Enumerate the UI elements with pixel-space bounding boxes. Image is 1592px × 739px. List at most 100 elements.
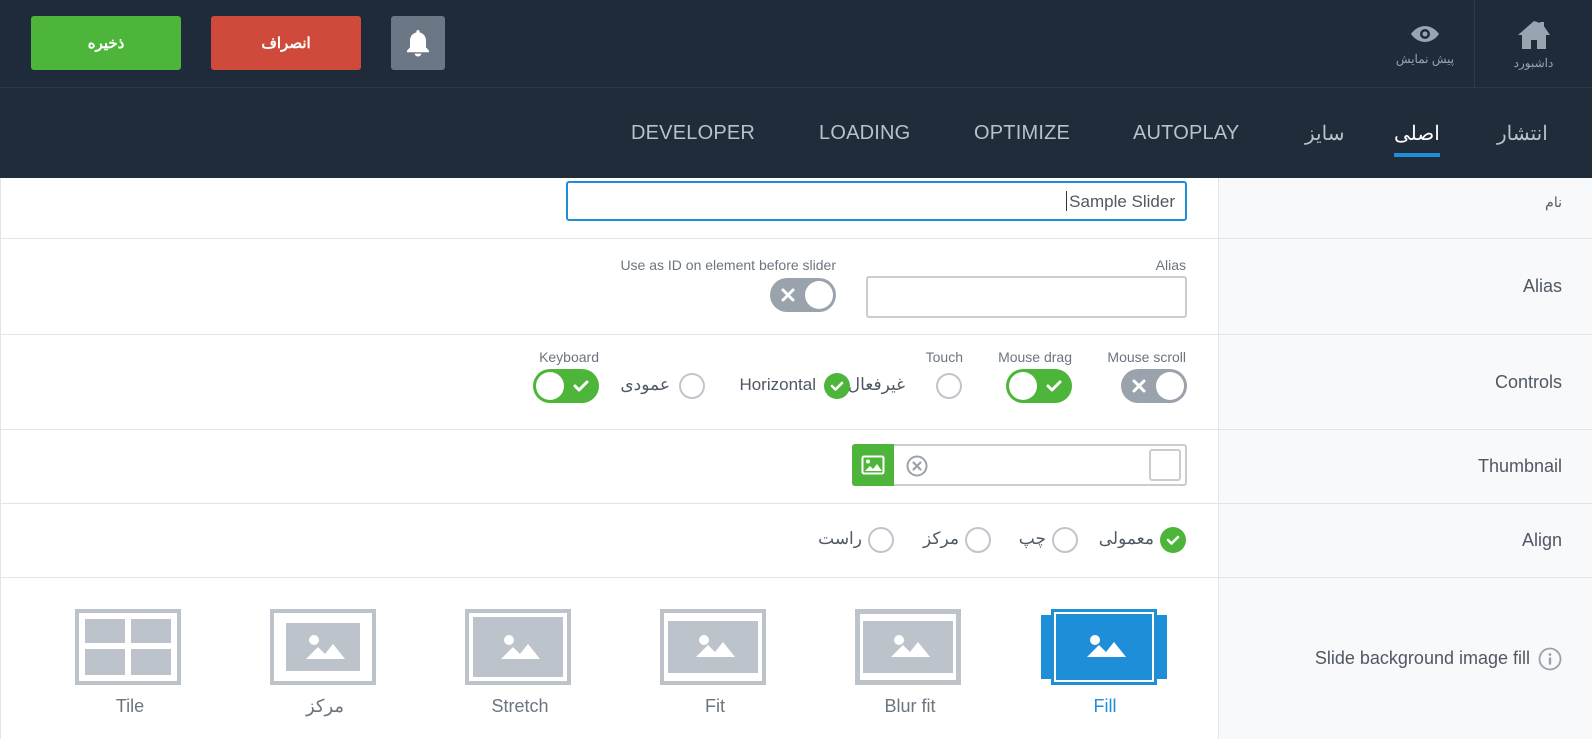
alias-input[interactable] bbox=[866, 276, 1187, 318]
align-left-radio[interactable] bbox=[1052, 527, 1078, 553]
background-fill-label-cell: Slide background image fill bbox=[1218, 578, 1592, 739]
fill-option-label: Stretch bbox=[491, 696, 549, 716]
tab-label: اصلی bbox=[1394, 122, 1440, 145]
preview-link[interactable]: پیش نمایش bbox=[1376, 0, 1474, 88]
fill-option-tile[interactable]: Tile bbox=[50, 578, 210, 728]
touch-off-label: غیرفعال bbox=[847, 375, 905, 394]
align-normal-label: معمولی bbox=[1098, 529, 1154, 548]
thumbnail-preview bbox=[1149, 449, 1181, 481]
fill-option-fit[interactable]: Fit bbox=[635, 578, 795, 728]
keyboard-toggle[interactable] bbox=[533, 369, 599, 403]
background-fill-label: Slide background image fill bbox=[1314, 648, 1530, 668]
check-icon bbox=[1046, 380, 1062, 392]
thumbnail-label: Thumbnail bbox=[1218, 430, 1592, 503]
check-icon bbox=[573, 380, 589, 392]
check-icon bbox=[830, 381, 844, 391]
fill-image-icon bbox=[1041, 609, 1167, 685]
settings-form: نام Sample Slider Alias Alias Use as ID … bbox=[0, 178, 1592, 739]
toggle-knob bbox=[1009, 372, 1037, 400]
toggle-knob bbox=[536, 372, 564, 400]
tab-loading[interactable]: LOADING bbox=[819, 88, 910, 178]
align-right-label: راست bbox=[818, 529, 862, 548]
cancel-button-label: انصراف bbox=[261, 35, 311, 52]
text-cursor bbox=[1066, 191, 1067, 211]
tab-label: AUTOPLAY bbox=[1133, 121, 1240, 144]
touch-off-radio[interactable] bbox=[936, 373, 962, 399]
keyboard-label: Keyboard bbox=[539, 349, 599, 365]
save-button[interactable]: ذخیره bbox=[31, 16, 181, 70]
x-icon bbox=[1132, 379, 1146, 393]
background-fill-row: Slide background image fill Fill Blur fi… bbox=[0, 578, 1592, 739]
center-image-icon bbox=[270, 609, 376, 685]
fill-option-label: Blur fit bbox=[884, 696, 936, 716]
touch-vertical-radio[interactable] bbox=[679, 373, 705, 399]
fill-option-label: Fill bbox=[1093, 696, 1117, 716]
alias-field-label: Alias bbox=[1155, 257, 1186, 273]
clear-icon[interactable] bbox=[906, 455, 928, 477]
image-picker-button[interactable] bbox=[852, 444, 894, 486]
tile-image-icon bbox=[75, 609, 181, 685]
tab-label: انتشار bbox=[1497, 122, 1548, 145]
align-label: Align bbox=[1218, 504, 1592, 577]
blur-fit-image-icon bbox=[855, 609, 961, 685]
fill-option-label: مرکز bbox=[305, 696, 345, 716]
fill-option-center[interactable]: مرکز bbox=[245, 578, 405, 728]
tab-developer[interactable]: DEVELOPER bbox=[631, 88, 755, 178]
mouse-scroll-toggle[interactable] bbox=[1121, 369, 1187, 403]
touch-horizontal-radio[interactable] bbox=[824, 373, 850, 399]
mouse-scroll-label: Mouse scroll bbox=[1107, 349, 1186, 365]
notifications-button[interactable] bbox=[391, 16, 445, 70]
touch-label: Touch bbox=[925, 349, 963, 365]
name-label: نام bbox=[1218, 178, 1592, 238]
align-center-radio[interactable] bbox=[965, 527, 991, 553]
preview-label: پیش نمایش bbox=[1395, 52, 1455, 66]
x-icon bbox=[781, 288, 795, 302]
tab-label: DEVELOPER bbox=[631, 121, 756, 144]
active-tab-indicator bbox=[1394, 153, 1440, 157]
fill-option-blur-fit[interactable]: Blur fit bbox=[830, 578, 990, 728]
align-right-radio[interactable] bbox=[868, 527, 894, 553]
align-center-label: مرکز bbox=[923, 529, 959, 548]
eye-icon bbox=[1411, 26, 1439, 42]
check-icon bbox=[1166, 535, 1180, 545]
name-input[interactable]: Sample Slider bbox=[566, 181, 1187, 221]
touch-vertical-label: عمودی bbox=[620, 375, 670, 394]
thumbnail-row: Thumbnail bbox=[0, 430, 1592, 504]
fit-image-icon bbox=[660, 609, 766, 685]
dashboard-label: داشبورد bbox=[1513, 55, 1554, 70]
use-as-id-label: Use as ID on element before slider bbox=[620, 257, 836, 273]
tab-size[interactable]: سایز bbox=[1305, 88, 1344, 178]
fill-option-stretch[interactable]: Stretch bbox=[440, 578, 600, 728]
tab-bar: انتشار اصلی سایز AUTOPLAY OPTIMIZE LOADI… bbox=[0, 88, 1592, 178]
tab-general[interactable]: اصلی bbox=[1394, 88, 1440, 178]
info-icon[interactable] bbox=[1538, 647, 1562, 671]
fill-option-fill[interactable]: Fill bbox=[1025, 578, 1185, 728]
use-as-id-toggle[interactable] bbox=[770, 278, 836, 312]
top-bar: ذخیره انصراف پیش نمایش داشبورد bbox=[0, 0, 1592, 88]
tab-label: OPTIMIZE bbox=[974, 121, 1071, 144]
controls-row: Controls Mouse scroll Mouse drag Touch غ… bbox=[0, 335, 1592, 430]
dashboard-link[interactable]: داشبورد bbox=[1474, 0, 1592, 88]
mouse-drag-toggle[interactable] bbox=[1006, 369, 1072, 403]
touch-horizontal-label: Horizontal bbox=[739, 375, 816, 394]
align-normal-radio[interactable] bbox=[1160, 527, 1186, 553]
controls-label: Controls bbox=[1218, 335, 1592, 429]
mouse-drag-label: Mouse drag bbox=[998, 349, 1072, 365]
name-row: نام Sample Slider bbox=[0, 178, 1592, 239]
thumbnail-input[interactable] bbox=[852, 444, 1187, 486]
tab-label: سایز bbox=[1305, 122, 1345, 145]
align-left-label: چپ bbox=[1018, 529, 1046, 548]
stretch-image-icon bbox=[465, 609, 571, 685]
cancel-button[interactable]: انصراف bbox=[211, 16, 361, 70]
tab-autoplay[interactable]: AUTOPLAY bbox=[1133, 88, 1239, 178]
alias-row: Alias Alias Use as ID on element before … bbox=[0, 239, 1592, 335]
tab-publish[interactable]: انتشار bbox=[1497, 88, 1548, 178]
toggle-knob bbox=[805, 281, 833, 309]
tab-optimize[interactable]: OPTIMIZE bbox=[974, 88, 1070, 178]
save-button-label: ذخیره bbox=[87, 35, 125, 52]
fill-option-label: Fit bbox=[705, 696, 725, 716]
fill-option-label: Tile bbox=[115, 696, 145, 716]
toggle-knob bbox=[1156, 372, 1184, 400]
alias-label: Alias bbox=[1218, 239, 1592, 334]
align-row: Align معمولی چپ مرکز راست bbox=[0, 504, 1592, 578]
